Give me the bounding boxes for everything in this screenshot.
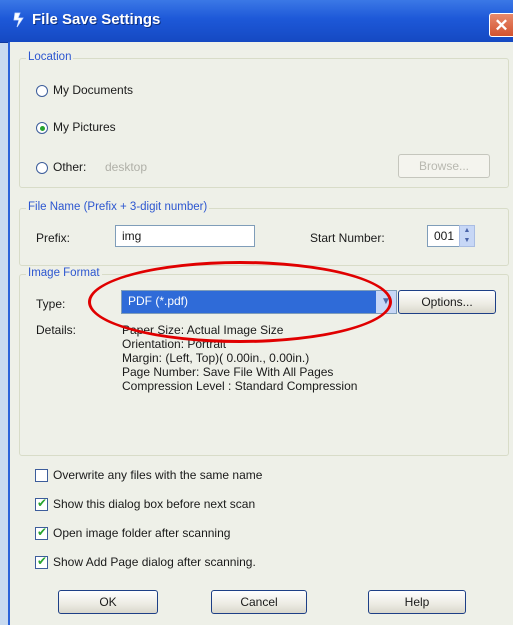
- image-format-group: Image Format Type: PDF (*.pdf) ▼ Options…: [19, 267, 509, 456]
- show-dialog-checkbox[interactable]: [35, 496, 48, 511]
- scanner-app-icon: [13, 12, 24, 28]
- location-group-title: Location: [26, 51, 74, 63]
- type-label: Type:: [36, 297, 66, 311]
- radio-my-documents-label: My Documents: [53, 83, 134, 97]
- type-select[interactable]: PDF (*.pdf) ▼: [121, 290, 397, 314]
- start-number-spinner[interactable]: ▲ ▼: [459, 225, 475, 247]
- file-name-group-title: File Name (Prefix + 3-digit number): [26, 201, 210, 213]
- detail-page-number: Page Number: Save File With All Pages: [122, 365, 334, 379]
- open-folder-checkbox[interactable]: [35, 525, 48, 540]
- chevron-down-icon[interactable]: ▼: [376, 291, 396, 313]
- ok-button[interactable]: OK: [58, 590, 158, 614]
- show-add-page-checkbox[interactable]: [35, 554, 48, 569]
- radio-other[interactable]: [36, 162, 48, 174]
- radio-my-pictures[interactable]: [36, 122, 48, 134]
- cancel-button[interactable]: Cancel: [211, 590, 307, 614]
- close-icon: ✕: [494, 16, 509, 35]
- detail-margin: Margin: (Left, Top)( 0.00in., 0.00in.): [122, 351, 310, 365]
- detail-orientation: Orientation: Portrait: [122, 337, 227, 351]
- detail-paper-size: Paper Size: Actual Image Size: [122, 323, 284, 337]
- radio-my-pictures-label: My Pictures: [53, 120, 116, 134]
- title-bar: File Save Settings ✕: [0, 0, 513, 43]
- dialog-body: Location My Documents My Pictures Other:…: [8, 42, 513, 625]
- close-button[interactable]: ✕: [489, 13, 513, 37]
- browse-button[interactable]: Browse...: [398, 154, 490, 178]
- file-name-group: File Name (Prefix + 3-digit number) Pref…: [19, 201, 509, 266]
- radio-other-label: Other:: [53, 160, 87, 174]
- start-number-label: Start Number:: [310, 231, 385, 245]
- show-add-page-checkbox-label: Show Add Page dialog after scanning.: [53, 555, 256, 569]
- window-title: File Save Settings: [32, 11, 161, 28]
- overwrite-checkbox[interactable]: [35, 469, 48, 482]
- other-path-value: desktop: [105, 160, 148, 174]
- location-group: Location My Documents My Pictures Other:…: [19, 51, 509, 188]
- open-folder-checkbox-label: Open image folder after scanning: [53, 526, 231, 540]
- details-label: Details:: [36, 323, 77, 337]
- prefix-label: Prefix:: [36, 231, 71, 245]
- overwrite-checkbox-label: Overwrite any files with the same name: [53, 468, 263, 482]
- radio-my-documents[interactable]: [36, 85, 48, 97]
- spin-up-icon[interactable]: ▲: [460, 226, 474, 236]
- show-dialog-checkbox-label: Show this dialog box before next scan: [53, 497, 256, 511]
- spin-down-icon[interactable]: ▼: [460, 236, 474, 246]
- options-button[interactable]: Options...: [398, 290, 496, 314]
- type-select-value: PDF (*.pdf): [128, 294, 189, 308]
- help-button[interactable]: Help: [368, 590, 466, 614]
- prefix-input[interactable]: img: [115, 225, 255, 247]
- detail-compression: Compression Level : Standard Compression: [122, 379, 358, 393]
- image-format-group-title: Image Format: [26, 267, 102, 279]
